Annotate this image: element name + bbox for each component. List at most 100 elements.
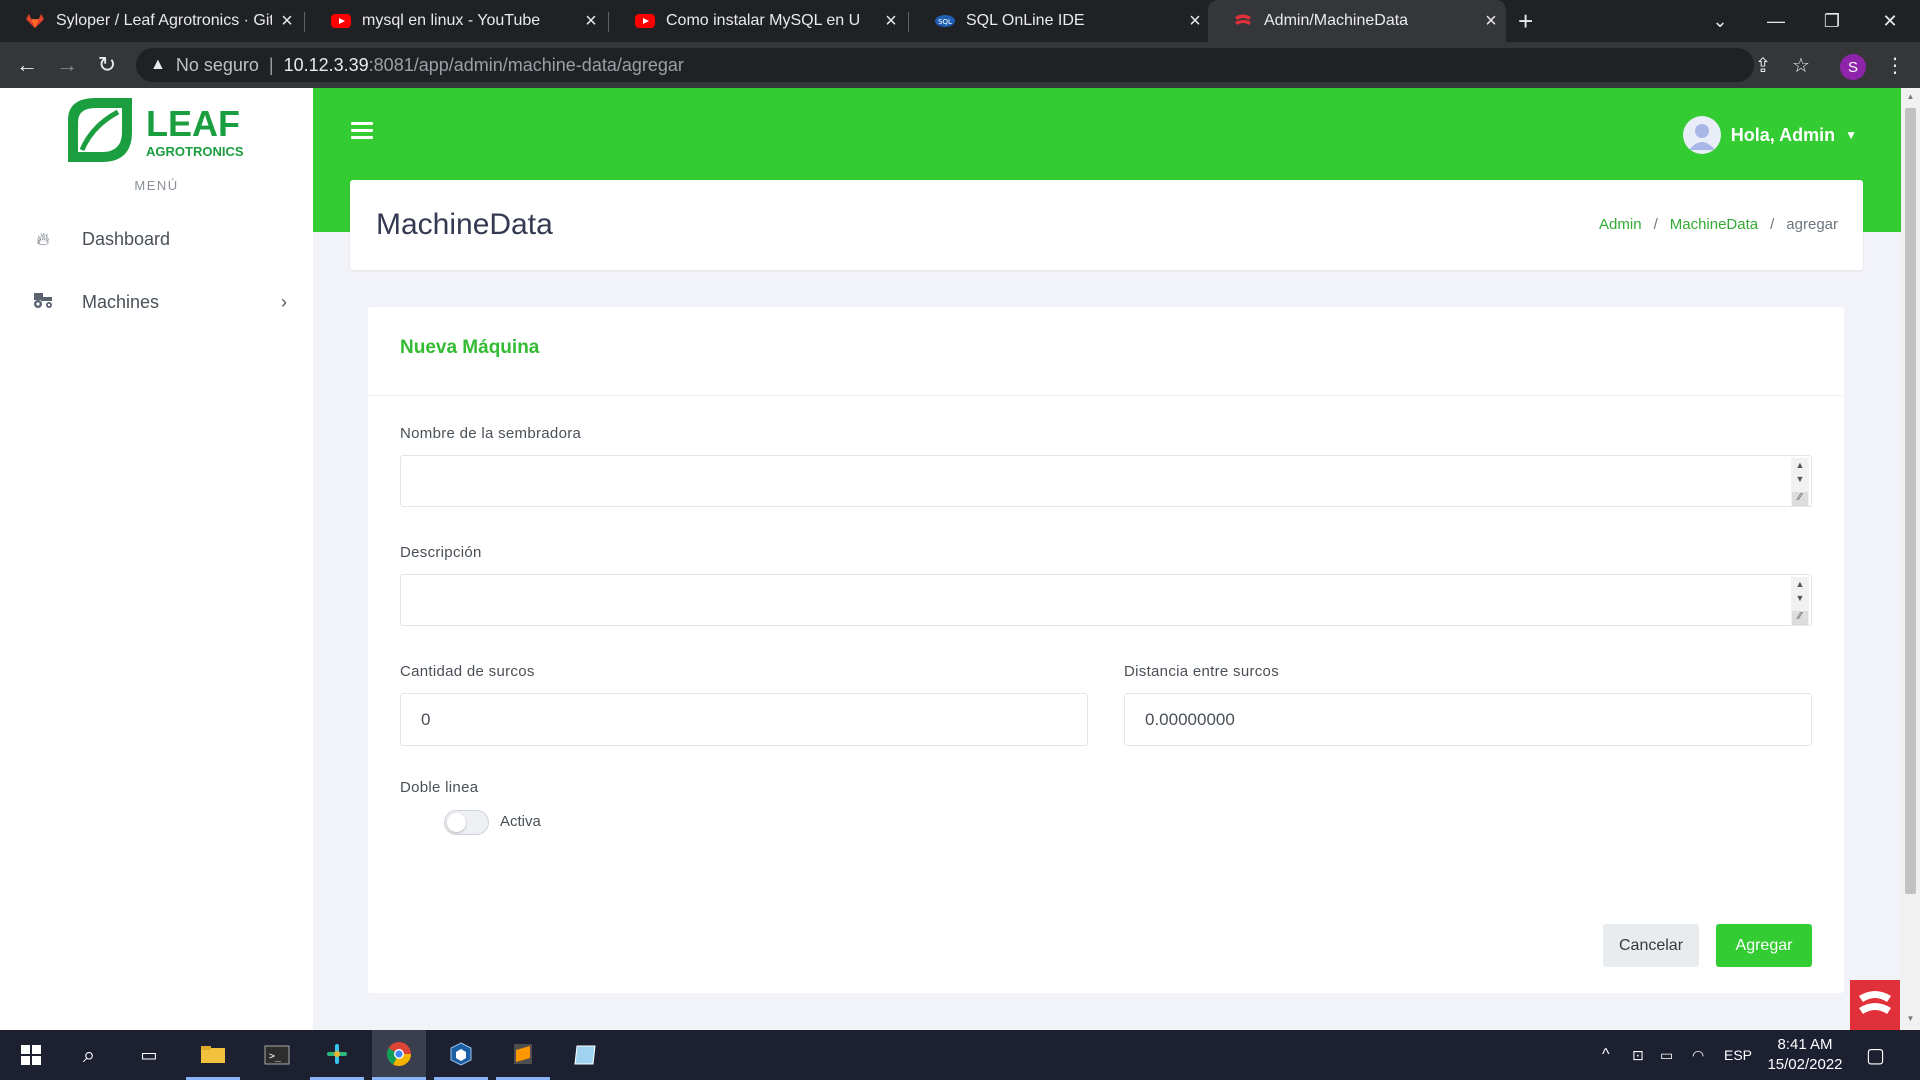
browser-tab-sql-ide[interactable]: SQL SQL OnLine IDE × bbox=[910, 0, 1210, 42]
virtualbox-icon[interactable] bbox=[434, 1030, 488, 1080]
tab-divider bbox=[608, 12, 609, 32]
sidebar-item-dashboard[interactable]: 🔥︎ Dashboard bbox=[0, 215, 313, 263]
reload-button[interactable]: ↻ bbox=[88, 42, 126, 88]
scroll-down-icon[interactable]: ▼ bbox=[1901, 1014, 1920, 1023]
toggle-label: Activa bbox=[500, 813, 541, 830]
youtube-icon bbox=[331, 14, 351, 28]
resize-handle-icon[interactable]: ⁄⁄ bbox=[1792, 611, 1808, 625]
gitlab-icon bbox=[26, 13, 44, 29]
cancel-button[interactable]: Cancelar bbox=[1603, 924, 1699, 967]
user-menu[interactable]: Hola, Admin ▼ bbox=[1682, 116, 1857, 154]
windows-start-icon[interactable] bbox=[4, 1030, 58, 1080]
app-icon[interactable] bbox=[558, 1030, 612, 1080]
resize-handle-icon[interactable]: ⁄⁄ bbox=[1792, 492, 1808, 506]
new-tab-button[interactable]: + bbox=[1518, 6, 1533, 37]
sidebar-item-label: Machines bbox=[82, 291, 160, 312]
browser-tab-youtube-2[interactable]: Como instalar MySQL en U × bbox=[610, 0, 906, 42]
breadcrumb-separator: / bbox=[1770, 216, 1775, 233]
form-card: Nueva Máquina Nombre de la sembradora ▲ ▼… bbox=[368, 307, 1844, 993]
tab-title: Como instalar MySQL en U bbox=[666, 12, 861, 29]
scroll-up-icon[interactable]: ▲ bbox=[1901, 92, 1920, 101]
doble-linea-toggle[interactable] bbox=[444, 810, 489, 835]
network-device-icon[interactable]: ⊡ bbox=[1632, 1030, 1644, 1080]
doble-linea-label: Doble linea bbox=[400, 779, 479, 796]
close-window-button[interactable]: ✕ bbox=[1862, 0, 1918, 42]
tab-title: Syloper / Leaf Agrotronics · GitLa bbox=[56, 12, 272, 29]
hamburger-menu-icon[interactable] bbox=[351, 122, 373, 140]
breadcrumb-admin[interactable]: Admin bbox=[1599, 216, 1642, 233]
sidebar: LEAF AGROTRONICS MENÚ 🔥︎ Dashboard Machi… bbox=[0, 88, 313, 1030]
breadcrumb-machinedata[interactable]: MachineData bbox=[1670, 216, 1758, 233]
descripcion-field[interactable]: ▲ ▼ ⁄⁄ bbox=[400, 574, 1812, 626]
youtube-icon bbox=[635, 14, 655, 28]
sidebar-item-machines[interactable]: Machines › bbox=[0, 278, 313, 326]
forward-button[interactable]: → bbox=[48, 42, 86, 88]
add-button[interactable]: Agregar bbox=[1716, 924, 1812, 967]
taskbar: ⌕ ▭ >_ ^ ⊡ ▭ ◠ ESP 8:41 AM 15/02/2022 ▢ bbox=[0, 1030, 1920, 1080]
url-host: 10.12.3.39 bbox=[283, 54, 369, 75]
tab-search-chevron-icon[interactable]: ⌄ bbox=[1692, 0, 1748, 42]
close-tab-icon[interactable]: × bbox=[1476, 10, 1506, 33]
close-tab-icon[interactable]: × bbox=[272, 10, 302, 33]
breadcrumb-separator: / bbox=[1653, 216, 1658, 233]
browser-tab-admin-machinedata[interactable]: Admin/MachineData × bbox=[1208, 0, 1506, 42]
restore-button[interactable]: ❐ bbox=[1804, 0, 1860, 42]
clock[interactable]: 8:41 AM 15/02/2022 bbox=[1760, 1035, 1850, 1075]
show-hidden-icons-icon[interactable]: ^ bbox=[1602, 1030, 1610, 1080]
tab-title: mysql en linux - YouTube bbox=[362, 12, 541, 29]
breadcrumb-current: agregar bbox=[1786, 216, 1838, 233]
share-icon[interactable]: ⇪ bbox=[1744, 42, 1782, 88]
warning-icon[interactable]: ▲ bbox=[150, 56, 166, 74]
terminal-icon[interactable]: >_ bbox=[250, 1030, 304, 1080]
tab-divider bbox=[304, 12, 305, 32]
leaf-icon: LEAF AGROTRONICS bbox=[68, 98, 244, 162]
number-spinner[interactable]: ▲ ▼ ⁄⁄ bbox=[1791, 577, 1809, 625]
clock-time: 8:41 AM bbox=[1777, 1036, 1833, 1053]
minimize-button[interactable]: — bbox=[1748, 0, 1804, 42]
distancia-value: 0.00000000 bbox=[1145, 709, 1235, 729]
number-spinner[interactable]: ▲ ▼ ⁄⁄ bbox=[1791, 458, 1809, 506]
tab-title: SQL OnLine IDE bbox=[966, 12, 1085, 29]
browser-tab-strip: Syloper / Leaf Agrotronics · GitLa × mys… bbox=[0, 0, 1920, 42]
back-button[interactable]: ← bbox=[8, 42, 46, 88]
notifications-icon[interactable]: ▢ bbox=[1866, 1030, 1885, 1080]
browser-menu-icon[interactable]: ⋮ bbox=[1876, 42, 1914, 88]
tab-divider bbox=[908, 12, 909, 32]
file-explorer-icon[interactable] bbox=[186, 1030, 240, 1080]
scrollbar-thumb[interactable] bbox=[1905, 108, 1916, 894]
cantidad-value: 0 bbox=[421, 709, 431, 729]
address-separator: | bbox=[268, 54, 274, 75]
cantidad-field[interactable]: 0 bbox=[400, 693, 1088, 746]
bookmark-star-icon[interactable]: ☆ bbox=[1782, 42, 1820, 88]
task-view-icon[interactable]: ▭ bbox=[122, 1030, 176, 1080]
close-tab-icon[interactable]: × bbox=[876, 10, 906, 33]
language-indicator[interactable]: ESP bbox=[1724, 1030, 1752, 1080]
close-tab-icon[interactable]: × bbox=[1180, 10, 1210, 33]
battery-icon[interactable]: ▭ bbox=[1660, 1030, 1673, 1080]
leaf-logo[interactable]: LEAF AGROTRONICS bbox=[62, 92, 252, 168]
svg-text:>_: >_ bbox=[269, 1051, 282, 1062]
page-scrollbar[interactable]: ▲ ▼ bbox=[1901, 88, 1920, 1030]
sublime-icon[interactable] bbox=[496, 1030, 550, 1080]
avatar bbox=[1682, 116, 1721, 154]
address-bar[interactable]: ▲ No seguro | 10.12.3.39 :8081/app/admin… bbox=[136, 48, 1754, 82]
security-label: No seguro bbox=[175, 54, 259, 75]
slack-icon[interactable] bbox=[310, 1030, 364, 1080]
wifi-icon[interactable]: ◠ bbox=[1692, 1030, 1704, 1080]
logo-subtitle: AGROTRONICS bbox=[146, 144, 244, 159]
fire-icon: 🔥︎ bbox=[36, 228, 50, 249]
nombre-field[interactable]: ▲ ▼ ⁄⁄ bbox=[400, 455, 1812, 507]
sql-icon: SQL bbox=[935, 15, 955, 27]
browser-tab-gitlab[interactable]: Syloper / Leaf Agrotronics · GitLa × bbox=[0, 0, 302, 42]
profile-avatar[interactable]: S bbox=[1840, 54, 1866, 80]
chrome-icon[interactable] bbox=[372, 1030, 426, 1080]
chat-widget-icon[interactable] bbox=[1850, 980, 1900, 1030]
search-icon[interactable]: ⌕ bbox=[62, 1030, 116, 1080]
distancia-field[interactable]: 0.00000000 bbox=[1124, 693, 1812, 746]
url-path: :8081/app/admin/machine-data/agregar bbox=[368, 54, 684, 75]
toggle-knob bbox=[447, 813, 466, 832]
close-tab-icon[interactable]: × bbox=[576, 10, 606, 33]
browser-tab-youtube-1[interactable]: mysql en linux - YouTube × bbox=[306, 0, 606, 42]
chevron-right-icon: › bbox=[281, 291, 287, 312]
sidebar-item-label: Dashboard bbox=[82, 228, 171, 249]
